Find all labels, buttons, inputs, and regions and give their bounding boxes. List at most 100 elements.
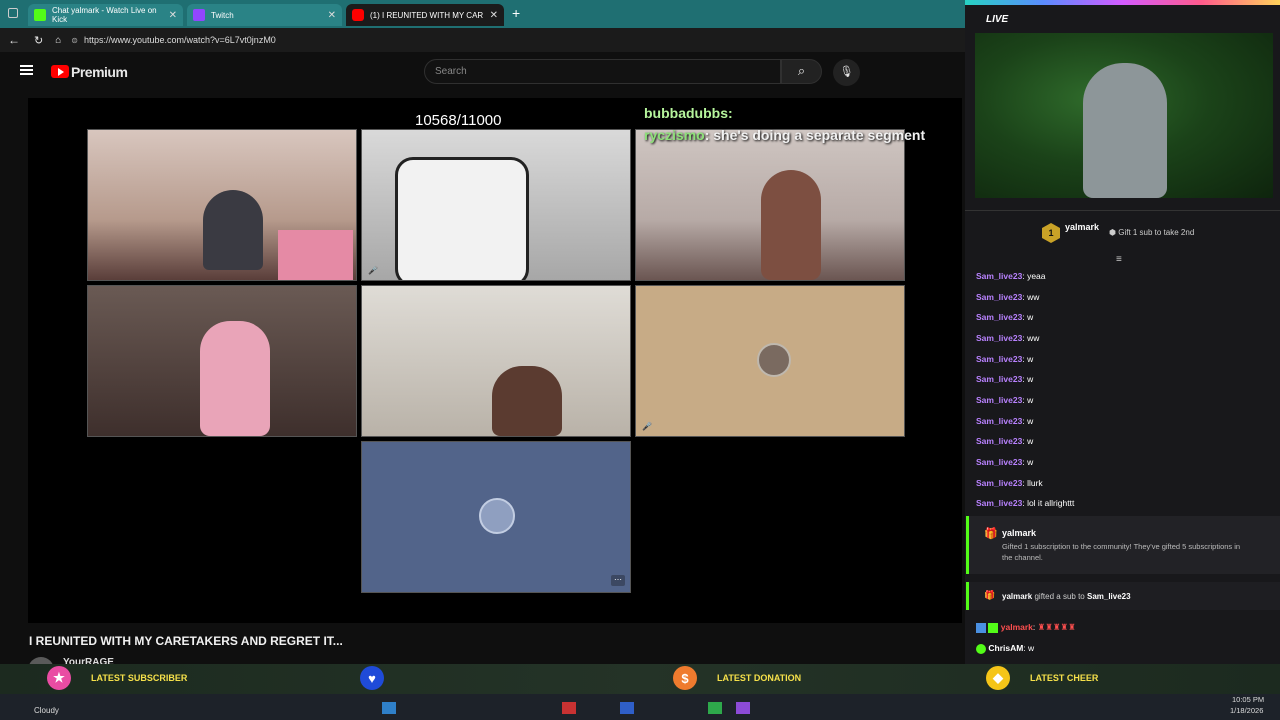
search-input[interactable]: Search	[424, 59, 781, 84]
clock-date[interactable]: 1/18/2026	[1230, 706, 1263, 715]
tab-title: (1) I REUNITED WITH MY CAR	[370, 10, 484, 20]
participant-background	[278, 230, 353, 280]
weather-label[interactable]: Cloudy	[34, 706, 59, 715]
reload-icon[interactable]: ↻	[34, 34, 43, 47]
gift-event-user[interactable]: yalmark	[1002, 528, 1036, 538]
live-label: LIVE	[986, 14, 1009, 25]
video-tile-3[interactable]	[635, 129, 905, 281]
video-tile-1[interactable]	[87, 129, 357, 281]
new-tab-button[interactable]: +	[512, 5, 520, 21]
gift-icon: ⬢	[1109, 228, 1116, 237]
chat-message: Sam_live23: w	[976, 457, 1034, 467]
latest-subscriber: ★ LATEST SUBSCRIBER	[47, 666, 187, 690]
app-icon[interactable]	[382, 702, 396, 714]
browser-tab-bar: Chat yalmark - Watch Live on Kick ✕ Twit…	[0, 0, 965, 28]
chat-message: ChrisAM: w	[976, 643, 1034, 654]
latest-follower-slot: ♥	[360, 666, 404, 690]
participant-figure	[492, 366, 562, 436]
chat-message: Sam_live23: w	[976, 354, 1034, 364]
divider	[965, 210, 1280, 211]
video-counter: 10568/11000	[415, 112, 502, 129]
star-icon: ★	[47, 666, 71, 690]
address-bar: ← ↻ ⌂ ⊜ https://www.youtube.com/watch?v=…	[0, 28, 965, 52]
dollar-icon: $	[673, 666, 697, 690]
video-player[interactable]: 10568/11000 🎤 🎤 ⋯ bubbadubbs: ryczismo: …	[28, 98, 962, 623]
tab-title: Twitch	[211, 10, 234, 20]
gift-event: 🎁 yalmark Gifted 1 subscription to the c…	[966, 516, 1280, 574]
badge-icon	[976, 622, 986, 633]
chat-message: Sam_live23: ww	[976, 292, 1040, 302]
video-tile-7[interactable]: ⋯	[361, 441, 631, 593]
participant-figure	[761, 170, 821, 280]
video-title: I REUNITED WITH MY CARETAKERS AND REGRET…	[29, 634, 343, 648]
streamer-figure	[1083, 63, 1167, 198]
search-icon: ⌕	[797, 63, 806, 78]
chat-message: Sam_live23: llurk	[976, 478, 1043, 488]
voice-search-button[interactable]: 🎙	[833, 59, 860, 86]
url-input[interactable]: https://www.youtube.com/watch?v=6L7vt0jn…	[84, 35, 276, 45]
taskbar: Cloudy 10:05 PM 1/18/2026	[0, 694, 1280, 720]
overlay-user-2: ryczismo	[644, 127, 705, 143]
app-icon[interactable]	[736, 702, 750, 714]
tab-twitch[interactable]: Twitch ✕	[187, 4, 342, 26]
heart-icon: ♥	[360, 666, 384, 690]
clock-time[interactable]: 10:05 PM	[1232, 695, 1264, 704]
search-button[interactable]: ⌕	[781, 59, 822, 84]
chat-message: Sam_live23: w	[976, 374, 1034, 384]
gift-sub-event: 🎁 yalmark gifted a sub to Sam_live23	[966, 582, 1280, 610]
diamond-icon: ◆	[986, 666, 1010, 690]
app-icon[interactable]	[708, 702, 722, 714]
site-info-icon[interactable]: ⊜	[71, 36, 78, 45]
microphone-icon: 🎙	[839, 66, 854, 78]
app-icon[interactable]	[562, 702, 576, 714]
video-tile-4[interactable]	[87, 285, 357, 437]
latest-donation: $ LATEST DONATION	[673, 666, 801, 690]
chat-message: Sam_live23: w	[976, 395, 1034, 405]
participant-figure	[203, 190, 263, 270]
muted-icon: 🎤	[368, 266, 378, 275]
tab-youtube[interactable]: (1) I REUNITED WITH MY CAR ✕	[346, 4, 504, 26]
chat-settings-icon[interactable]: ≡	[1116, 254, 1122, 265]
chat-message: Sam_live23: lol it allrighttt	[976, 498, 1075, 508]
youtube-logo-text: Premium	[71, 64, 128, 80]
chat-message: Sam_live23: w	[976, 312, 1034, 322]
sub-badge-icon	[988, 622, 999, 633]
close-icon[interactable]: ✕	[490, 10, 498, 21]
tab-actions-icon[interactable]	[8, 8, 18, 18]
stream-chat-overlay: bubbadubbs: ryczismo: she's doing a sepa…	[644, 102, 944, 146]
youtube-logo-icon[interactable]	[51, 65, 69, 78]
video-tile-2[interactable]: 🎤	[361, 129, 631, 281]
muted-icon: 🎤	[642, 422, 652, 431]
overlay-user: bubbadubbs:	[644, 105, 733, 121]
chat-message: Sam_live23: ww	[976, 333, 1040, 343]
badge-icon	[976, 643, 986, 654]
youtube-header: Premium Search ⌕ 🎙	[0, 52, 965, 92]
close-icon[interactable]: ✕	[169, 10, 177, 21]
home-icon[interactable]: ⌂	[55, 35, 61, 46]
chat-message: Sam_live23: yeaa	[976, 271, 1046, 281]
video-tile-6[interactable]: 🎤	[635, 285, 905, 437]
webcam-feed	[975, 33, 1273, 198]
chat-message: Sam_live23: w	[976, 436, 1034, 446]
tab-kick-chat[interactable]: Chat yalmark - Watch Live on Kick ✕	[28, 4, 183, 26]
kick-icon	[34, 9, 46, 21]
phone-in-frame	[395, 157, 529, 280]
tab-title: Chat yalmark - Watch Live on Kick	[52, 6, 157, 24]
more-icon[interactable]: ⋯	[611, 575, 625, 586]
video-tile-5[interactable]	[361, 285, 631, 437]
app-icon[interactable]	[620, 702, 634, 714]
gradient-strip	[965, 0, 1280, 5]
gift-sub-button[interactable]: ⬢ Gift 1 sub to take 2nd	[1109, 228, 1194, 237]
twitch-icon	[193, 9, 205, 21]
gift-icon: 🎁	[984, 590, 996, 600]
latest-cheer: ◆ LATEST CHEER	[986, 666, 1098, 690]
avatar	[479, 498, 515, 534]
chat-message: Sam_live23: w	[976, 416, 1034, 426]
menu-icon[interactable]	[20, 65, 33, 75]
gift-sub-label: Gift 1 sub to take 2nd	[1118, 228, 1195, 237]
gift-leader-user[interactable]: yalmark	[1065, 222, 1099, 232]
back-icon[interactable]: ←	[8, 33, 20, 47]
emote-icon: ♜♜♜♜♜	[1037, 622, 1076, 632]
close-icon[interactable]: ✕	[328, 10, 336, 21]
gift-icon: 🎁	[984, 528, 998, 540]
